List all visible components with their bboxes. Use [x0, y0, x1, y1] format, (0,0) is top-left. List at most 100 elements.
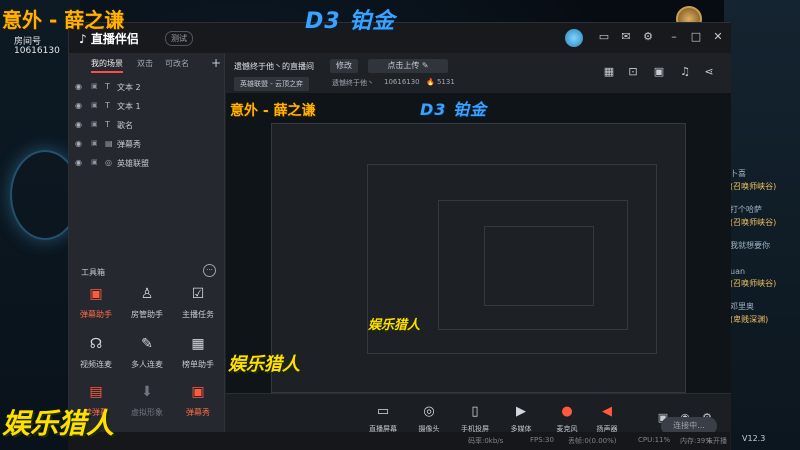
edit-title-button[interactable]: 修改 [330, 59, 358, 73]
heat-value: 5131 [436, 78, 455, 86]
ranking-icon: ▦ [191, 336, 205, 352]
visibility-icon[interactable]: ◉ [75, 120, 82, 129]
source-item[interactable]: ◉ ▣ T 歌名 [75, 117, 215, 135]
phone-cast-button[interactable]: ▯ 手机投屏 [452, 404, 498, 434]
tool-danmaku-show[interactable]: ▣ 弹幕秀 [173, 383, 223, 427]
video-call-icon: ☊ [89, 336, 103, 352]
chat-line: 打个哈萨 [730, 205, 762, 214]
lock-icon[interactable]: ▣ [91, 120, 98, 128]
drop-status: 丢帧:0(0.00%) [568, 437, 617, 445]
close-icon[interactable]: ✕ [711, 30, 725, 44]
room-title: 遗憾终于他丶的直播间 [234, 62, 314, 71]
tool-host-task[interactable]: ☑ 主播任务 [173, 285, 223, 329]
visibility-icon[interactable]: ◉ [75, 101, 82, 110]
comment-show-icon: ▣ [191, 384, 205, 400]
text-icon: T [105, 120, 110, 129]
tool-label: 弹幕助手 [80, 310, 112, 319]
phone-cast-icon: ▯ [471, 404, 479, 419]
tool-label: 房管助手 [131, 310, 163, 319]
source-label: 英雄联盟 [117, 159, 149, 168]
overlay-rank-echo: D3 铂金 [420, 100, 487, 119]
chat-line: (召唤师峡谷) [730, 182, 777, 191]
lock-icon[interactable]: ⊡ [626, 65, 640, 79]
speaker-button[interactable]: ◀ 扬声器 [584, 404, 630, 434]
game-icon: ◎ [105, 158, 112, 167]
title-bar: ♪ 直播伴侣 测试 ▭ ✉ ⚙ – □ ✕ [69, 23, 731, 53]
overlay-entertainment: 娱乐猎人 [2, 407, 115, 440]
room-header: 遗憾终于他丶的直播间 修改 点击上传 ✎ 英雄联盟 - 云顶之弈 遗憾终于他丶 … [226, 53, 731, 93]
tool-label: 虚拟形象 [131, 408, 163, 417]
tool-multi-call[interactable]: ✎ 多人连麦 [122, 335, 172, 379]
status-bar: 码率:0kb/s FPS:30 丢帧:0(0.00%) CPU:11% 内存:3… [68, 432, 730, 450]
chat-line: 卜喜 [730, 169, 746, 178]
overlay-room-id: 10616130 [14, 46, 60, 56]
tool-label: 多人连麦 [131, 360, 163, 369]
lock-icon[interactable]: ▣ [91, 101, 98, 109]
category-tag[interactable]: 英雄联盟 - 云顶之弈 [234, 77, 309, 91]
chat-line: 我就想要你 [730, 241, 770, 250]
layout-icon[interactable]: ▦ [602, 65, 616, 79]
chat-icon: ▣ [89, 286, 103, 302]
tool-virtual-avatar[interactable]: ⬇ 虚拟形象 [122, 383, 172, 427]
multi-call-icon: ✎ [141, 336, 153, 352]
share-icon[interactable]: ⋖ [702, 65, 716, 79]
chat-line: (召唤师峡谷) [730, 218, 777, 227]
source-item[interactable]: ◉ ▣ ◎ 英雄联盟 [75, 155, 215, 173]
upload-cover-label: 点击上传 [387, 61, 420, 70]
source-label: 文本 2 [117, 83, 141, 92]
lock-icon[interactable]: ▣ [91, 82, 98, 90]
overlay-streamer-name: 意外 - 薛之谦 [2, 8, 125, 32]
camera-button[interactable]: ◎ 摄像头 [406, 404, 452, 434]
bitrate-status: 码率:0kb/s [468, 437, 504, 445]
chat-sidebar: 卜喜 (召唤师峡谷) 打个哈萨 (召唤师峡谷) 我就想要你 uan (召唤师峡谷… [676, 0, 800, 450]
source-item[interactable]: ◉ ▣ T 文本 1 [75, 98, 215, 116]
visibility-icon[interactable]: ◉ [75, 82, 82, 91]
maximize-icon[interactable]: □ [689, 30, 703, 44]
live-status: 未开播 [706, 437, 727, 445]
more-icon[interactable]: ··· [203, 264, 216, 277]
app-badge[interactable]: 测试 [165, 31, 193, 46]
bell-icon[interactable]: ♫ [678, 65, 692, 79]
scene-tabs: 我的场景 双击 可改名 + [69, 53, 225, 75]
camera-icon: ◎ [423, 404, 435, 419]
version-label: V12.3 [742, 434, 766, 443]
tool-label: 榜单助手 [182, 360, 214, 369]
minimize-icon[interactable]: – [667, 30, 681, 44]
lock-icon[interactable]: ▣ [91, 139, 98, 147]
user-avatar[interactable] [565, 29, 583, 47]
tab-rename[interactable]: 可改名 [165, 58, 189, 69]
lock-icon[interactable]: ▣ [91, 158, 98, 166]
visibility-icon[interactable]: ◉ [75, 139, 82, 148]
preview-recursion-3 [438, 200, 628, 330]
source-label: 弹幕秀 [117, 140, 141, 149]
tab-double-click[interactable]: 双击 [137, 58, 153, 69]
task-icon: ☑ [191, 286, 205, 302]
multimedia-button[interactable]: ▶ 多媒体 [498, 404, 544, 434]
screen: 卜喜 (召唤师峡谷) 打个哈萨 (召唤师峡谷) 我就想要你 uan (召唤师峡谷… [0, 0, 800, 450]
toolbox-title: 工具箱 [81, 268, 105, 277]
upload-cover-button[interactable]: 点击上传 ✎ [368, 59, 448, 73]
feedback-icon[interactable]: ✉ [619, 30, 633, 44]
overlay-entertainment-echo: 娱乐猎人 [368, 318, 421, 333]
chat-line: (卑贱深渊) [730, 315, 769, 324]
owner-name: 遗憾终于他丶 [332, 79, 374, 87]
tool-danmaku-assistant[interactable]: ▣ 弹幕助手 [71, 285, 121, 329]
add-scene-icon[interactable]: + [211, 56, 221, 70]
settings-icon[interactable]: ⚙ [641, 30, 655, 44]
tool-room-admin[interactable]: ♙ 房管助手 [122, 285, 172, 329]
message-icon[interactable]: ▭ [597, 30, 611, 44]
heat-count: 🔥 5131 [426, 78, 455, 86]
tool-video-call[interactable]: ☊ 视频连麦 [71, 335, 121, 379]
tab-my-scene[interactable]: 我的场景 [91, 58, 123, 73]
screen-capture-button[interactable]: ▭ 直播屏幕 [360, 404, 406, 434]
tool-label: 主播任务 [182, 310, 214, 319]
tool-ranking[interactable]: ▦ 榜单助手 [173, 335, 223, 379]
visibility-icon[interactable]: ◉ [75, 158, 82, 167]
text-icon: T [105, 82, 110, 91]
room-id: 10616130 [384, 78, 420, 86]
source-item[interactable]: ◉ ▣ ▤ 弹幕秀 [75, 136, 215, 154]
live-preview[interactable] [226, 93, 731, 393]
gift-icon[interactable]: ▣ [652, 65, 666, 79]
chat-line: 邓里奥 [730, 302, 754, 311]
source-item[interactable]: ◉ ▣ T 文本 2 [75, 79, 215, 97]
